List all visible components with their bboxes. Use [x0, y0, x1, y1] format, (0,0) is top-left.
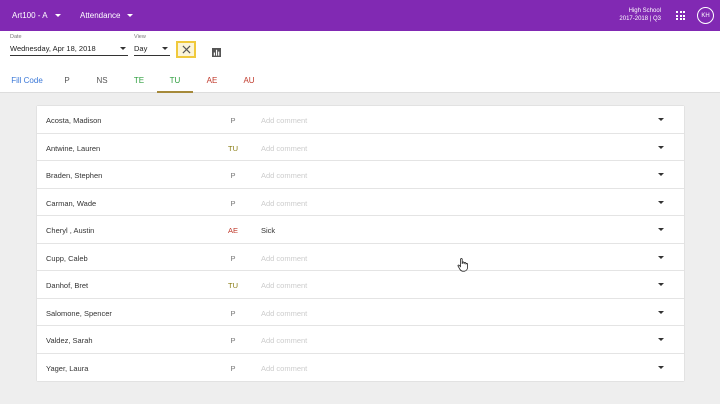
report-button[interactable] [212, 44, 221, 57]
student-name: Antwine, Lauren [46, 143, 101, 153]
view-label: View [134, 34, 146, 40]
table-row: Acosta, Madison P Add comment [37, 106, 684, 134]
school-info: High School 2017-2018 | Q3 [619, 7, 661, 23]
attendance-toolbar: Date Wednesday, Apr 18, 2018 View Day Fi… [0, 31, 720, 93]
attendance-code[interactable]: P [227, 116, 239, 125]
student-name: Danhof, Bret [46, 281, 89, 290]
chevron-down-icon[interactable] [658, 118, 664, 121]
school-term: 2017-2018 | Q3 [619, 16, 661, 22]
code-p-button[interactable]: P [58, 69, 76, 92]
chevron-down-icon[interactable] [658, 173, 664, 176]
attendance-code-bar: Fill Code P NS TE TU AE AU [0, 69, 720, 93]
table-row: Valdez, Sarah P Add comment [37, 326, 684, 354]
student-name: Valdez, Sarah [46, 336, 93, 345]
app-header: Art100 - A Attendance High School 2017-2… [0, 0, 720, 31]
comment-input[interactable]: Add comment [261, 364, 641, 373]
attendance-code[interactable]: P [227, 336, 239, 345]
close-icon [181, 45, 191, 54]
chevron-down-icon [120, 47, 126, 50]
fill-code-button[interactable]: Fill Code [6, 69, 48, 92]
attendance-code[interactable]: P [227, 171, 239, 180]
view-mode-select[interactable]: Attendance [80, 0, 134, 31]
attendance-code[interactable]: P [227, 309, 239, 318]
code-label: AU [243, 76, 255, 85]
comment-input[interactable]: Add comment [261, 199, 641, 208]
table-row: Salomone, Spencer P Add comment [37, 299, 684, 326]
code-label: TE [133, 76, 145, 85]
clear-button[interactable] [176, 41, 196, 58]
chevron-down-icon[interactable] [658, 365, 664, 369]
code-ae-button[interactable]: AE [200, 69, 224, 92]
comment-input[interactable]: Add comment [261, 171, 641, 180]
date-label: Date [10, 34, 22, 40]
class-select-label: Art100 - A [12, 11, 48, 20]
chevron-down-icon[interactable] [658, 255, 664, 259]
view-mode-label: Attendance [80, 11, 121, 20]
comment-input[interactable]: Add comment [261, 116, 641, 125]
student-list: Acosta, Madison P Add comment Antwine, L… [37, 106, 684, 381]
chevron-down-icon [127, 14, 134, 17]
comment-input[interactable]: Add comment [261, 281, 641, 290]
comment-input[interactable]: Add comment [261, 336, 641, 345]
bar-chart-icon [212, 48, 221, 57]
student-name: Braden, Stephen [46, 171, 103, 180]
chevron-down-icon [162, 47, 168, 50]
student-name: Cheryl , Austin [46, 226, 95, 235]
code-ns-button[interactable]: NS [90, 69, 114, 92]
hand-cursor-icon [457, 258, 468, 272]
date-select[interactable]: Wednesday, Apr 18, 2018 [10, 42, 128, 56]
chevron-down-icon[interactable] [658, 283, 664, 286]
attendance-code[interactable]: AE [227, 226, 239, 235]
chevron-down-icon [54, 14, 61, 17]
student-name: Yager, Laura [46, 363, 89, 373]
table-row: Braden, Stephen P Add comment [37, 161, 684, 189]
code-label: NS [96, 76, 108, 85]
table-row: Carman, Wade P Add comment [37, 189, 684, 216]
date-value: Wednesday, Apr 18, 2018 [10, 44, 96, 53]
table-row: Antwine, Lauren TU Add comment [37, 134, 684, 161]
avatar[interactable]: KH [697, 7, 714, 24]
comment-input[interactable]: Sick [261, 226, 641, 235]
code-label: P [64, 76, 70, 85]
comment-input[interactable]: Add comment [261, 144, 641, 153]
table-row: Cheryl , Austin AE Sick [37, 216, 684, 244]
comment-input[interactable]: Add comment [261, 254, 641, 263]
attendance-code[interactable]: P [227, 199, 239, 208]
code-label: AE [206, 76, 218, 85]
table-row: Cupp, Caleb P Add comment [37, 244, 684, 271]
table-row: Yager, Laura P Add comment [37, 354, 684, 382]
student-name: Cupp, Caleb [46, 253, 88, 263]
apps-grid-icon[interactable] [676, 11, 685, 20]
student-name: Acosta, Madison [46, 116, 102, 125]
student-name: Salomone, Spencer [46, 308, 112, 318]
code-label: TU [169, 75, 181, 85]
chevron-down-icon[interactable] [658, 310, 664, 314]
attendance-code[interactable]: TU [227, 144, 239, 153]
chevron-down-icon[interactable] [658, 338, 664, 341]
student-name: Carman, Wade [46, 198, 97, 208]
chevron-down-icon[interactable] [658, 228, 664, 231]
code-te-button[interactable]: TE [127, 69, 151, 92]
class-select[interactable]: Art100 - A [12, 0, 61, 31]
attendance-code[interactable]: P [227, 364, 239, 373]
fill-code-label: Fill Code [11, 76, 43, 85]
chevron-down-icon[interactable] [658, 145, 664, 149]
code-au-button[interactable]: AU [237, 69, 261, 92]
view-select[interactable]: Day [134, 42, 170, 56]
code-tu-button[interactable]: TU [157, 69, 193, 93]
chevron-down-icon[interactable] [658, 200, 664, 204]
comment-input[interactable]: Add comment [261, 309, 641, 318]
school-name: High School [628, 8, 661, 14]
attendance-code[interactable]: P [227, 254, 239, 263]
view-value: Day [134, 44, 148, 53]
attendance-code[interactable]: TU [227, 281, 239, 290]
table-row: Danhof, Bret TU Add comment [37, 271, 684, 299]
